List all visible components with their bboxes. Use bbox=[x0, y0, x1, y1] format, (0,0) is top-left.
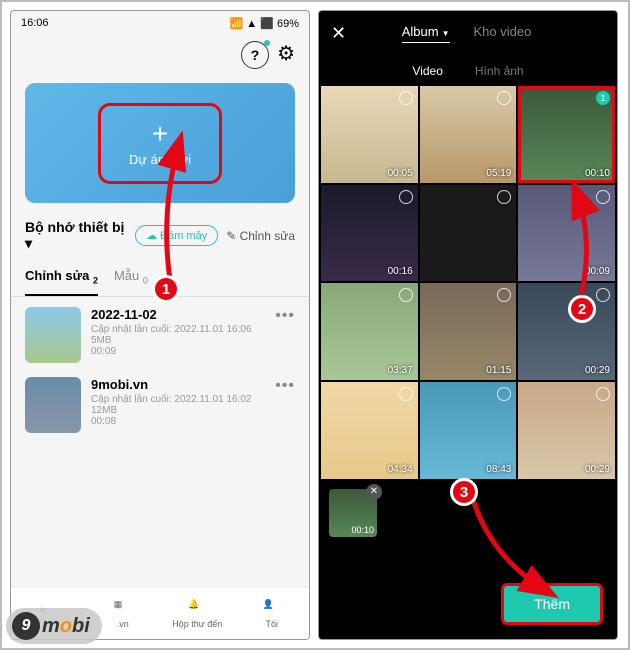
more-icon[interactable]: ••• bbox=[275, 377, 295, 395]
marker-1: 1 bbox=[152, 275, 180, 303]
project-title: 2022-11-02 bbox=[91, 307, 265, 322]
media-cell[interactable]: 08:43 bbox=[420, 382, 517, 479]
tab-album[interactable]: Album▼ bbox=[402, 24, 450, 43]
selected-thumb[interactable]: ✕ 00:10 bbox=[329, 489, 377, 537]
status-time: 16:06 bbox=[21, 17, 49, 29]
media-cell[interactable]: 00:16 bbox=[321, 185, 418, 282]
phone-right: ✕ Album▼ Kho video Video Hình ảnh 00:05 … bbox=[318, 10, 618, 640]
remove-icon[interactable]: ✕ bbox=[366, 484, 382, 500]
add-button[interactable]: Thêm bbox=[501, 583, 603, 625]
media-cell[interactable]: 00:09 bbox=[518, 185, 615, 282]
nav-inbox[interactable]: 🔔Hộp thư đến bbox=[160, 588, 235, 639]
status-battery: 📶 ▲ ⬛ 69% bbox=[230, 17, 299, 30]
new-project-hero[interactable]: + Dự án mới bbox=[25, 83, 295, 203]
cloud-button[interactable]: ☁ Đám mây bbox=[135, 225, 218, 246]
tab-template[interactable]: Mẫu 0 bbox=[114, 260, 148, 296]
new-project-label: Dự án mới bbox=[129, 152, 191, 167]
edit-link[interactable]: ✎ Chỉnh sửa bbox=[226, 229, 295, 243]
media-cell[interactable] bbox=[420, 185, 517, 282]
media-tabs: Video Hình ảnh bbox=[319, 56, 617, 86]
project-thumb bbox=[25, 307, 81, 363]
top-icons: ? ⚙ bbox=[11, 35, 309, 75]
storage-title: Bộ nhớ thiết bị ▾ bbox=[25, 219, 127, 252]
phone-left: 16:06 📶 ▲ ⬛ 69% ? ⚙ + Dự án mới Bộ nhớ t… bbox=[10, 10, 310, 640]
storage-bar: Bộ nhớ thiết bị ▾ ☁ Đám mây ✎ Chỉnh sửa bbox=[11, 211, 309, 260]
watermark: 9mobi bbox=[6, 608, 102, 644]
nav-profile[interactable]: 👤Tôi bbox=[235, 588, 310, 639]
settings-icon[interactable]: ⚙ bbox=[277, 41, 295, 69]
marker-2: 2 bbox=[568, 295, 596, 323]
media-cell[interactable]: 00:29 bbox=[518, 382, 615, 479]
media-cell[interactable]: 00:05 bbox=[321, 86, 418, 183]
marker-3: 3 bbox=[450, 478, 478, 506]
help-icon[interactable]: ? bbox=[241, 41, 269, 69]
project-thumb bbox=[25, 377, 81, 433]
project-size: 5MB bbox=[91, 335, 265, 346]
media-cell[interactable]: 03:37 bbox=[321, 283, 418, 380]
list-item[interactable]: 9mobi.vn Cập nhật lần cuối: 2022.11.01 1… bbox=[25, 377, 295, 433]
project-dur: 00:09 bbox=[91, 346, 265, 357]
list-item[interactable]: 2022-11-02 Cập nhật lần cuối: 2022.11.01… bbox=[25, 307, 295, 363]
media-cell-selected[interactable]: 100:10 bbox=[518, 86, 615, 183]
media-cell[interactable]: 01:15 bbox=[420, 283, 517, 380]
new-project-button[interactable]: + Dự án mới bbox=[98, 103, 222, 184]
project-dur: 00:08 bbox=[91, 416, 265, 427]
project-list: 2022-11-02 Cập nhật lần cuối: 2022.11.01… bbox=[11, 297, 309, 457]
project-updated: Cập nhật lần cuối: 2022.11.01 16:02 bbox=[91, 394, 265, 405]
media-grid: 00:05 05:19 100:10 00:16 00:09 03:37 01:… bbox=[319, 86, 617, 479]
project-updated: Cập nhật lần cuối: 2022.11.01 16:06 bbox=[91, 324, 265, 335]
media-cell[interactable]: 00:29 bbox=[518, 283, 615, 380]
close-icon[interactable]: ✕ bbox=[331, 23, 346, 44]
chevron-down-icon: ▼ bbox=[442, 29, 450, 38]
media-cell[interactable]: 05:19 bbox=[420, 86, 517, 183]
media-cell[interactable]: 04:34 bbox=[321, 382, 418, 479]
tab-image[interactable]: Hình ảnh bbox=[475, 64, 524, 78]
project-title: 9mobi.vn bbox=[91, 377, 265, 392]
tab-video[interactable]: Video bbox=[412, 64, 442, 78]
plus-icon: + bbox=[152, 120, 168, 148]
selected-dur: 00:10 bbox=[351, 525, 374, 535]
tab-store[interactable]: Kho video bbox=[474, 24, 532, 43]
project-size: 12MB bbox=[91, 405, 265, 416]
more-icon[interactable]: ••• bbox=[275, 307, 295, 325]
tab-edit[interactable]: Chỉnh sửa 2 bbox=[25, 260, 98, 296]
status-bar: 16:06 📶 ▲ ⬛ 69% bbox=[11, 11, 309, 35]
picker-top: ✕ Album▼ Kho video bbox=[319, 11, 617, 56]
